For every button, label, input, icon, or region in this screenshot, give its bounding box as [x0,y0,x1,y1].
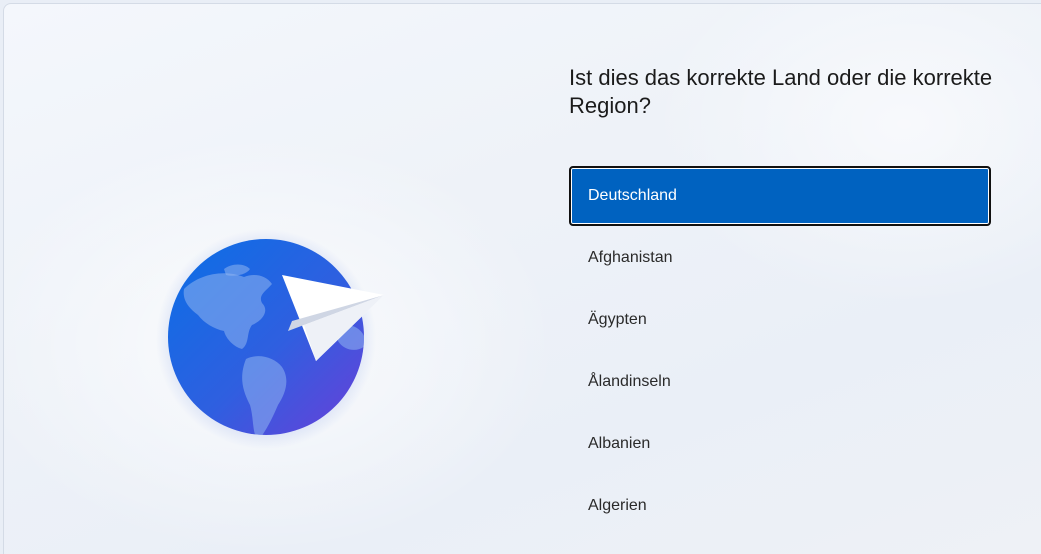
list-item-label: Algerien [588,497,647,514]
country-list[interactable]: Deutschland Afghanistan Ägypten Ålandins… [569,166,991,538]
list-item-label: Ägypten [588,311,647,328]
list-item-label: Albanien [588,435,651,452]
globe-with-paper-plane-icon [154,229,394,449]
list-item[interactable]: Ägypten [569,290,991,350]
list-item[interactable]: Albanien [569,414,991,474]
list-item[interactable]: Algerien [569,476,991,536]
list-item[interactable]: Ålandinseln [569,352,991,412]
oobe-window: Ist dies das korrekte Land oder die korr… [3,3,1041,554]
list-item[interactable]: Afghanistan [569,228,991,288]
list-item-label: Ålandinseln [588,373,671,390]
list-item-label: Afghanistan [588,249,673,266]
list-item-selected[interactable]: Deutschland [569,166,991,226]
list-item-label: Deutschland [588,187,677,204]
page-title: Ist dies das korrekte Land oder die korr… [569,65,993,118]
